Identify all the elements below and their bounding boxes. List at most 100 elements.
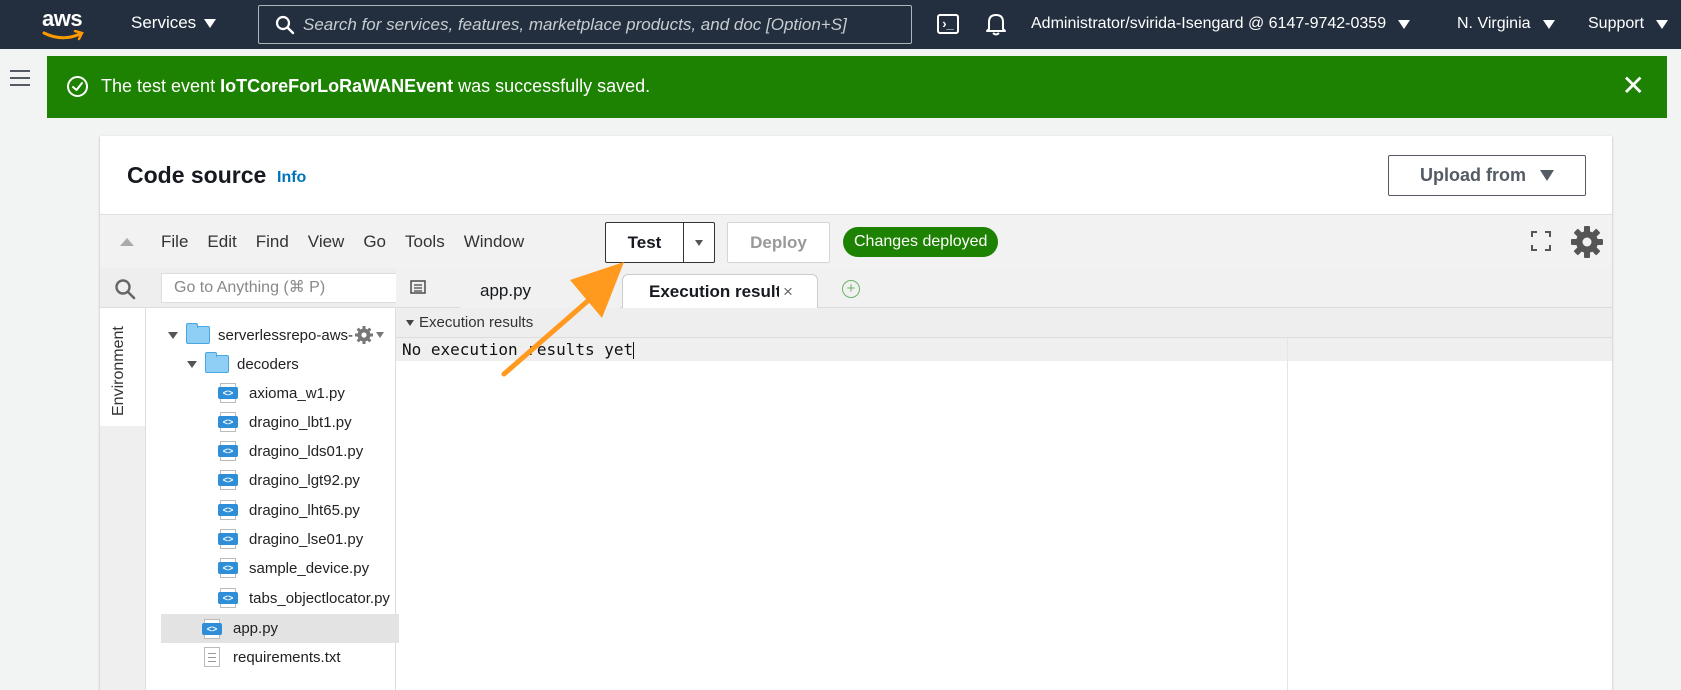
tree-file-label: dragino_lbt1.py (249, 413, 352, 431)
close-tab-icon[interactable]: × (601, 281, 611, 301)
expand-arrow-icon (168, 331, 178, 339)
flash-event-name: IoTCoreForLoRaWANEvent (220, 76, 454, 96)
execution-results-header[interactable]: Execution results (396, 308, 1612, 338)
caret-down-icon (1656, 19, 1669, 29)
tree-file[interactable]: <> axioma_w1.py (218, 381, 345, 405)
tree-file[interactable]: <> dragino_lbt1.py (218, 410, 352, 434)
search-icon (114, 278, 136, 305)
ide-menu: File Edit Find View Go Tools Window (161, 232, 543, 252)
execution-output-text: No execution results yet (402, 340, 635, 359)
upload-from-label: Upload from (1420, 165, 1526, 185)
editor-tab-bar: app.py × Execution results × + (396, 268, 1612, 308)
check-circle-icon (67, 76, 88, 97)
bell-icon[interactable] (985, 12, 1007, 41)
folder-icon (205, 352, 229, 373)
python-file-icon: <> (218, 412, 238, 432)
account-label: Administrator/svirida-Isengard @ 6147-97… (1031, 15, 1387, 32)
goto-anything-input[interactable]: Go to Anything (⌘ P) (161, 273, 403, 303)
environment-tab[interactable]: Environment (100, 308, 146, 426)
panel-title: Code source (127, 162, 267, 188)
menu-tools[interactable]: Tools (405, 232, 445, 252)
goto-search-row: Go to Anything (⌘ P) (100, 268, 403, 308)
caret-down-icon (695, 239, 703, 246)
tree-file-label: app.py (233, 620, 279, 637)
tree-folder-decoders[interactable]: decoders (187, 352, 299, 376)
close-tab-icon[interactable]: × (783, 282, 793, 302)
gear-icon[interactable] (1570, 225, 1604, 259)
tab-label: Execution results (649, 281, 779, 301)
collapse-arrow-icon (406, 320, 414, 326)
tree-file-app-selected[interactable]: <> app.py (161, 614, 399, 643)
folder-settings-icon[interactable] (354, 325, 384, 345)
flash-message: The test event IoTCoreForLoRaWANEvent wa… (101, 76, 650, 97)
menu-file[interactable]: File (161, 232, 188, 252)
tree-file[interactable]: <> dragino_lgt92.py (218, 468, 360, 492)
flash-message-suffix: was successfully saved. (453, 76, 651, 96)
add-tab-icon[interactable]: + (842, 280, 860, 298)
caret-down-icon (1540, 170, 1554, 181)
aws-logo[interactable]: aws (42, 6, 88, 42)
tree-file[interactable]: <> tabs_objectlocator.py (218, 586, 390, 610)
success-flash-banner: The test event IoTCoreForLoRaWANEvent wa… (47, 56, 1667, 118)
collapse-toolbar-icon[interactable] (120, 238, 134, 246)
python-file-icon: <> (218, 470, 238, 490)
global-search[interactable] (258, 5, 912, 44)
info-link[interactable]: Info (277, 169, 306, 187)
file-tree: serverlessrepo-aws- decoders <> axioma_w… (146, 308, 399, 690)
hamburger-menu-icon[interactable] (10, 70, 30, 91)
caret-down-icon (204, 18, 217, 28)
code-source-panel: Code source Info Upload from File Edit F… (100, 136, 1612, 690)
python-file-icon: <> (218, 529, 238, 549)
tree-file[interactable]: <> dragino_lht65.py (218, 498, 360, 522)
tree-file[interactable]: <> dragino_lse01.py (218, 527, 363, 551)
menu-go[interactable]: Go (363, 232, 386, 252)
python-file-icon: <> (202, 618, 222, 639)
menu-window[interactable]: Window (464, 232, 524, 252)
fullscreen-icon[interactable] (1530, 230, 1552, 252)
side-tab-strip (100, 426, 146, 690)
print-margin-line (1287, 338, 1288, 690)
search-icon (275, 15, 295, 35)
test-dropdown-button[interactable] (684, 223, 714, 262)
support-label: Support (1588, 15, 1645, 32)
tab-app-py[interactable]: app.py × (460, 274, 620, 308)
execution-results-header-label: Execution results (419, 314, 534, 331)
tree-file-label: dragino_lds01.py (249, 442, 364, 460)
deploy-button[interactable]: Deploy (727, 222, 830, 263)
tree-file[interactable]: <> dragino_lds01.py (218, 439, 363, 463)
caret-down-icon (1398, 19, 1411, 29)
support-menu[interactable]: Support (1588, 15, 1669, 33)
menu-edit[interactable]: Edit (207, 232, 236, 252)
search-input[interactable] (303, 14, 903, 35)
expand-arrow-icon (187, 360, 197, 368)
python-file-icon: <> (218, 441, 238, 461)
tree-file[interactable]: <> sample_device.py (218, 556, 369, 580)
tab-label: app.py (480, 281, 532, 300)
tree-file-label: dragino_lgt92.py (249, 471, 360, 489)
text-cursor (633, 342, 635, 359)
cloudshell-icon[interactable]: ›_ (937, 14, 959, 34)
text-file-icon (202, 647, 222, 667)
upload-from-button[interactable]: Upload from (1388, 155, 1586, 196)
services-menu[interactable]: Services (131, 13, 217, 33)
ide-body: Go to Anything (⌘ P) Environment serverl… (100, 268, 1612, 690)
close-icon[interactable]: ✕ (1622, 72, 1645, 100)
region-label: N. Virginia (1457, 15, 1531, 32)
python-file-icon: <> (218, 383, 238, 403)
tree-folder-root[interactable]: serverlessrepo-aws- (168, 323, 353, 347)
menu-find[interactable]: Find (256, 232, 289, 252)
status-badge: Changes deployed (843, 227, 999, 257)
execution-output-value: No execution results yet (402, 340, 634, 359)
test-button[interactable]: Test (606, 223, 684, 262)
tab-list-icon[interactable] (410, 279, 428, 295)
menu-view[interactable]: View (308, 232, 345, 252)
account-menu[interactable]: Administrator/svirida-Isengard @ 6147-97… (1031, 15, 1411, 33)
tree-folder-label: decoders (237, 355, 299, 373)
region-menu[interactable]: N. Virginia (1457, 15, 1555, 33)
aws-smile-icon (42, 30, 84, 41)
services-label: Services (131, 13, 197, 32)
flash-message-prefix: The test event (101, 76, 221, 96)
tab-execution-results[interactable]: Execution results × (622, 274, 818, 308)
tree-file[interactable]: requirements.txt (202, 645, 341, 669)
execution-output-line: No execution results yet (396, 338, 1612, 361)
